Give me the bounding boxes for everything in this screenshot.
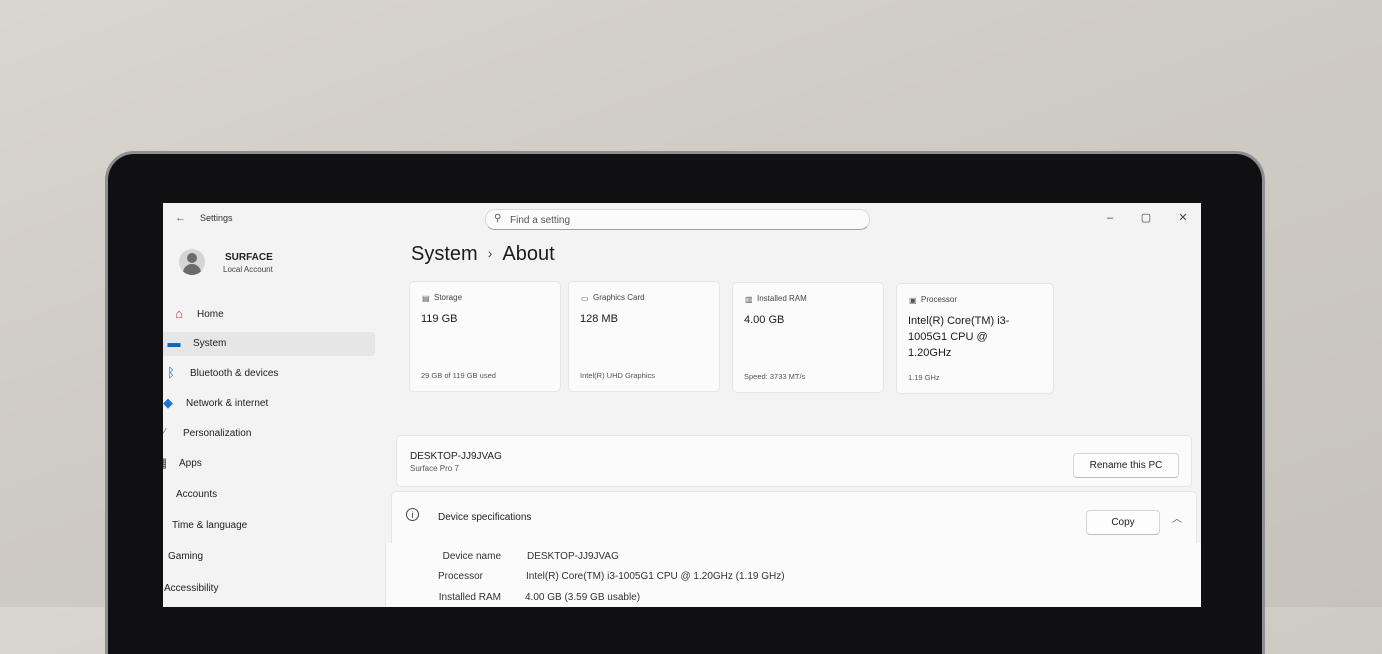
card-label: Installed RAM: [757, 294, 807, 303]
sidebar-item-label: Time & language: [172, 520, 248, 531]
sidebar-item-accounts[interactable]: ● Accounts: [163, 483, 378, 507]
spec-key: Device name: [442, 551, 501, 562]
processor-icon: ▣: [909, 296, 917, 305]
processor-card[interactable]: ▣ Processor Intel(R) Core(TM) i3-1005G1 …: [896, 283, 1054, 394]
back-arrow-icon[interactable]: ←: [175, 212, 186, 224]
sidebar-item-time-language[interactable]: ◕ Time & language: [163, 514, 378, 538]
sidebar-item-apps[interactable]: ▦ Apps: [163, 452, 378, 476]
graphics-card-icon: ▭: [581, 294, 589, 303]
rename-pc-button[interactable]: Rename this PC: [1073, 453, 1179, 478]
sidebar-item-accessibility[interactable]: ⚲ Accessibility: [163, 577, 378, 601]
spec-key: Processor: [437, 571, 483, 582]
sidebar-item-label: Bluetooth & devices: [190, 368, 279, 379]
storage-icon: ▤: [422, 294, 430, 303]
card-value: Intel(R) Core(TM) i3-1005G1 CPU @ 1.20GH…: [908, 315, 1010, 359]
close-button[interactable]: ✕: [1168, 208, 1198, 228]
card-value: 128 MB: [580, 313, 618, 325]
sidebar-item-bluetooth[interactable]: ᛒ Bluetooth & devices: [163, 362, 378, 386]
card-value: 4.00 GB: [744, 314, 785, 326]
monitor-icon: ▬: [167, 335, 181, 350]
avatar-body: [183, 264, 201, 275]
sidebar-item-label: Accessibility: [164, 583, 219, 594]
wifi-icon: ◆: [163, 395, 173, 410]
sidebar-item-personalization[interactable]: ∕ Personalization: [163, 422, 378, 446]
spec-key: Installed RAM: [438, 592, 501, 603]
card-subtext: Intel(R) UHD Graphics: [580, 371, 656, 380]
card-subtext: Speed: 3733 MT/s: [744, 372, 806, 381]
card-label: Graphics Card: [593, 293, 645, 302]
chevron-up-icon[interactable]: ︿: [1172, 510, 1182, 525]
avatar[interactable]: [179, 249, 205, 275]
card-label: Storage: [434, 293, 463, 302]
pc-model: Surface Pro 7: [410, 464, 459, 473]
minimize-button[interactable]: –: [1095, 208, 1125, 228]
sidebar-item-label: Network & internet: [186, 398, 269, 409]
pc-name: DESKTOP-JJ9JVAG: [410, 451, 502, 462]
home-icon: ⌂: [175, 306, 183, 321]
breadcrumb-parent[interactable]: System: [411, 243, 478, 265]
brush-icon: ∕: [163, 425, 166, 440]
card-subtext: 29 GB of 119 GB used: [421, 371, 496, 380]
search-icon: ⚲: [494, 213, 502, 224]
bluetooth-icon: ᛒ: [167, 365, 175, 380]
search-box[interactable]: ⚲: [485, 209, 870, 230]
spec-value: 4.00 GB (3.59 GB usable): [525, 592, 641, 603]
sidebar-item-label: System: [193, 338, 227, 349]
pc-name-panel: DESKTOP-JJ9JVAG Surface Pro 7 Rename thi…: [396, 435, 1192, 487]
copy-button[interactable]: Copy: [1086, 510, 1160, 535]
sidebar-item-system[interactable]: ▬ System: [163, 332, 375, 356]
storage-card[interactable]: ▤ Storage 119 GB 29 GB of 119 GB used: [409, 281, 561, 392]
title-bar: ← Settings ⚲ – ▢ ✕: [163, 203, 1201, 237]
account-name: SURFACE: [225, 252, 273, 263]
card-value: 119 GB: [421, 313, 458, 325]
sidebar-item-label: Accounts: [176, 489, 218, 500]
account-type: Local Account: [223, 265, 273, 274]
graphics-card-card[interactable]: ▭ Graphics Card 128 MB Intel(R) UHD Grap…: [568, 281, 720, 392]
page-title: About: [502, 243, 555, 265]
sidebar-item-home[interactable]: ⌂ Home: [163, 303, 378, 327]
sidebar-item-label: Gaming: [168, 551, 204, 562]
spec-value: DESKTOP-JJ9JVAG: [527, 551, 619, 562]
info-icon: i: [406, 508, 419, 521]
card-subtext: 1.19 GHz: [908, 373, 940, 382]
breadcrumb: System › About: [411, 243, 555, 266]
ram-icon: ▥: [745, 295, 753, 304]
device-specs-header[interactable]: i Device specifications Copy ︿: [391, 491, 1197, 547]
avatar-head: [187, 253, 197, 263]
person-icon: ●: [163, 486, 165, 501]
apps-icon: ▦: [163, 455, 169, 471]
spec-value: Intel(R) Core(TM) i3-1005G1 CPU @ 1.20GH…: [526, 571, 785, 582]
maximize-button[interactable]: ▢: [1131, 208, 1161, 228]
breadcrumb-separator: ›: [487, 245, 493, 261]
search-input[interactable]: [510, 213, 850, 227]
sidebar-item-gaming[interactable]: ◒ Gaming: [163, 545, 378, 569]
sidebar-item-label: Personalization: [183, 428, 252, 439]
app-title: Settings: [200, 213, 233, 223]
device-specs-body: Device name DESKTOP-JJ9JVAG Processor In…: [385, 543, 1201, 607]
settings-window: ← Settings ⚲ – ▢ ✕ SURFACE Local Account…: [163, 203, 1201, 607]
card-label: Processor: [921, 295, 958, 304]
ram-card[interactable]: ▥ Installed RAM 4.00 GB Speed: 3733 MT/s: [732, 282, 884, 393]
sidebar-item-label: Apps: [179, 458, 202, 469]
sidebar-item-network[interactable]: ◆ Network & internet: [163, 392, 378, 416]
specs-title: Device specifications: [438, 512, 532, 523]
sidebar-item-label: Home: [197, 309, 224, 320]
